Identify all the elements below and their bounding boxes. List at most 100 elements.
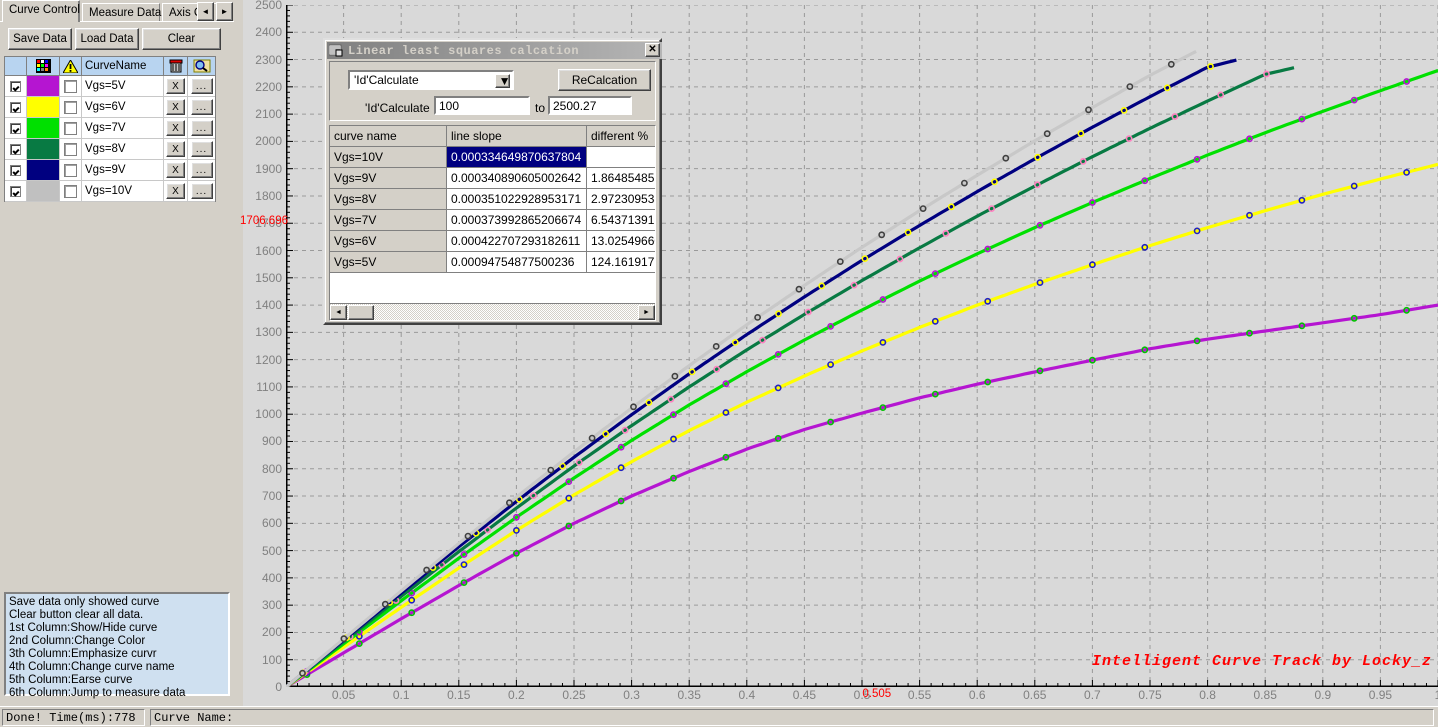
row-erase-cell[interactable]: X: [164, 76, 188, 96]
table-row[interactable]: Vgs=5V0.00094754877500236124.16191778: [330, 252, 655, 273]
cell-line-slope[interactable]: 0.000373992865206674: [447, 210, 587, 231]
row-emphasize-checkbox[interactable]: [60, 139, 82, 159]
jump-button[interactable]: ...: [190, 99, 213, 115]
row-jump-cell[interactable]: ...: [188, 139, 215, 159]
trash-icon[interactable]: [164, 57, 188, 75]
warning-icon[interactable]: [60, 57, 82, 75]
cell-line-slope[interactable]: 0.000351022928953171: [447, 189, 587, 210]
results-horizontal-scrollbar[interactable]: ◄ ►: [330, 303, 655, 320]
column-header-curve-name[interactable]: curve name: [330, 126, 447, 147]
row-curve-name[interactable]: Vgs=7V: [82, 118, 164, 138]
tab-curve-control[interactable]: Curve Control: [2, 0, 80, 22]
jump-button[interactable]: ...: [190, 162, 213, 178]
row-emphasize-checkbox[interactable]: [60, 118, 82, 138]
column-header-different-pct[interactable]: different %: [587, 126, 655, 147]
table-row[interactable]: Vgs=10V 0.000334649870637804: [330, 147, 655, 168]
row-emphasize-checkbox[interactable]: [60, 97, 82, 117]
table-row[interactable]: Vgs=9V0.0003408906050026421.8648548564: [330, 168, 655, 189]
cell-curve-name[interactable]: Vgs=6V: [330, 231, 447, 252]
row-color-swatch[interactable]: [27, 139, 60, 159]
cell-line-slope[interactable]: 0.000334649870637804: [447, 147, 587, 168]
close-icon[interactable]: ✕: [645, 43, 660, 57]
chevron-down-icon[interactable]: ▼: [495, 74, 510, 88]
table-row[interactable]: Vgs=6V0.00042270729318261113.025496609: [330, 231, 655, 252]
table-row[interactable]: Vgs=7V X...: [5, 118, 215, 139]
linear-least-squares-dialog[interactable]: Linear least squares calcation ✕ 'Id'Cal…: [323, 38, 662, 325]
row-color-swatch[interactable]: [27, 97, 60, 117]
header-curve-name[interactable]: CurveName: [82, 57, 164, 75]
scroll-left-button[interactable]: ◄: [330, 304, 347, 320]
row-emphasize-checkbox[interactable]: [60, 181, 82, 201]
row-color-swatch[interactable]: [27, 76, 60, 96]
row-erase-cell[interactable]: X: [164, 160, 188, 180]
jump-button[interactable]: ...: [190, 183, 213, 199]
cell-different-pct[interactable]: 6.5437139169: [587, 210, 655, 231]
table-row[interactable]: Vgs=9V X...: [5, 160, 215, 181]
table-row[interactable]: Vgs=7V0.0003739928652066746.5437139169: [330, 210, 655, 231]
row-jump-cell[interactable]: ...: [188, 160, 215, 180]
range-from-input[interactable]: 100: [434, 96, 530, 115]
row-jump-cell[interactable]: ...: [188, 181, 215, 201]
calculate-mode-select[interactable]: 'Id'Calculate ▼: [348, 70, 514, 90]
erase-button[interactable]: X: [166, 120, 185, 136]
erase-button[interactable]: X: [166, 141, 185, 157]
row-jump-cell[interactable]: ...: [188, 118, 215, 138]
cell-curve-name[interactable]: Vgs=5V: [330, 252, 447, 273]
row-curve-name[interactable]: Vgs=10V: [82, 181, 164, 201]
palette-icon[interactable]: [27, 57, 60, 75]
panel-splitter[interactable]: [234, 0, 475, 706]
row-erase-cell[interactable]: X: [164, 97, 188, 117]
cell-curve-name[interactable]: Vgs=10V: [330, 147, 447, 168]
table-row[interactable]: Vgs=8V0.0003510229289531712.9723095332: [330, 189, 655, 210]
row-visible-checkbox[interactable]: [5, 76, 27, 96]
tab-measure-data[interactable]: Measure Data: [82, 3, 161, 22]
cell-curve-name[interactable]: Vgs=8V: [330, 189, 447, 210]
cell-curve-name[interactable]: Vgs=9V: [330, 168, 447, 189]
row-curve-name[interactable]: Vgs=5V: [82, 76, 164, 96]
row-visible-checkbox[interactable]: [5, 181, 27, 201]
table-row[interactable]: Vgs=6V X...: [5, 97, 215, 118]
cell-different-pct[interactable]: 2.9723095332: [587, 189, 655, 210]
row-color-swatch[interactable]: [27, 160, 60, 180]
tab-scroll-left-button[interactable]: ◄: [197, 2, 214, 21]
results-table[interactable]: curve name line slope different % Vgs=10…: [329, 125, 656, 321]
recalculate-button[interactable]: ReCalcation: [558, 69, 651, 91]
row-curve-name[interactable]: Vgs=8V: [82, 139, 164, 159]
header-show-hide[interactable]: [5, 57, 27, 75]
jump-button[interactable]: ...: [190, 120, 213, 136]
cell-different-pct[interactable]: 124.16191778: [587, 252, 655, 273]
scroll-right-button[interactable]: ►: [638, 304, 655, 320]
cell-different-pct[interactable]: 13.025496609: [587, 231, 655, 252]
row-visible-checkbox[interactable]: [5, 139, 27, 159]
row-emphasize-checkbox[interactable]: [60, 76, 82, 96]
table-row[interactable]: Vgs=5V X...: [5, 76, 215, 97]
row-visible-checkbox[interactable]: [5, 97, 27, 117]
erase-button[interactable]: X: [166, 162, 185, 178]
dialog-title-bar[interactable]: Linear least squares calcation ✕: [327, 42, 662, 59]
row-jump-cell[interactable]: ...: [188, 76, 215, 96]
cell-different-pct[interactable]: 1.8648548564: [587, 168, 655, 189]
save-data-button[interactable]: Save Data: [8, 28, 72, 50]
cell-line-slope[interactable]: 0.000340890605002642: [447, 168, 587, 189]
erase-button[interactable]: X: [166, 183, 185, 199]
cell-line-slope[interactable]: 0.000422707293182611: [447, 231, 587, 252]
row-erase-cell[interactable]: X: [164, 139, 188, 159]
scrollbar-thumb[interactable]: [348, 304, 374, 320]
cell-curve-name[interactable]: Vgs=7V: [330, 210, 447, 231]
row-emphasize-checkbox[interactable]: [60, 160, 82, 180]
row-color-swatch[interactable]: [27, 118, 60, 138]
row-visible-checkbox[interactable]: [5, 160, 27, 180]
row-curve-name[interactable]: Vgs=9V: [82, 160, 164, 180]
row-erase-cell[interactable]: X: [164, 118, 188, 138]
clear-button[interactable]: Clear: [142, 28, 221, 50]
cell-line-slope[interactable]: 0.00094754877500236: [447, 252, 587, 273]
magnifier-icon[interactable]: [188, 57, 215, 75]
jump-button[interactable]: ...: [190, 78, 213, 94]
row-erase-cell[interactable]: X: [164, 181, 188, 201]
curve-list-grid[interactable]: CurveName Vgs=5V X... Vgs=6V X ... Vgs=7…: [4, 56, 216, 202]
row-curve-name[interactable]: Vgs=6V: [82, 97, 164, 117]
tab-scroll-right-button[interactable]: ►: [216, 2, 233, 21]
range-to-input[interactable]: 2500.27: [548, 96, 632, 115]
erase-button[interactable]: X: [166, 99, 185, 115]
load-data-button[interactable]: Load Data: [75, 28, 139, 50]
